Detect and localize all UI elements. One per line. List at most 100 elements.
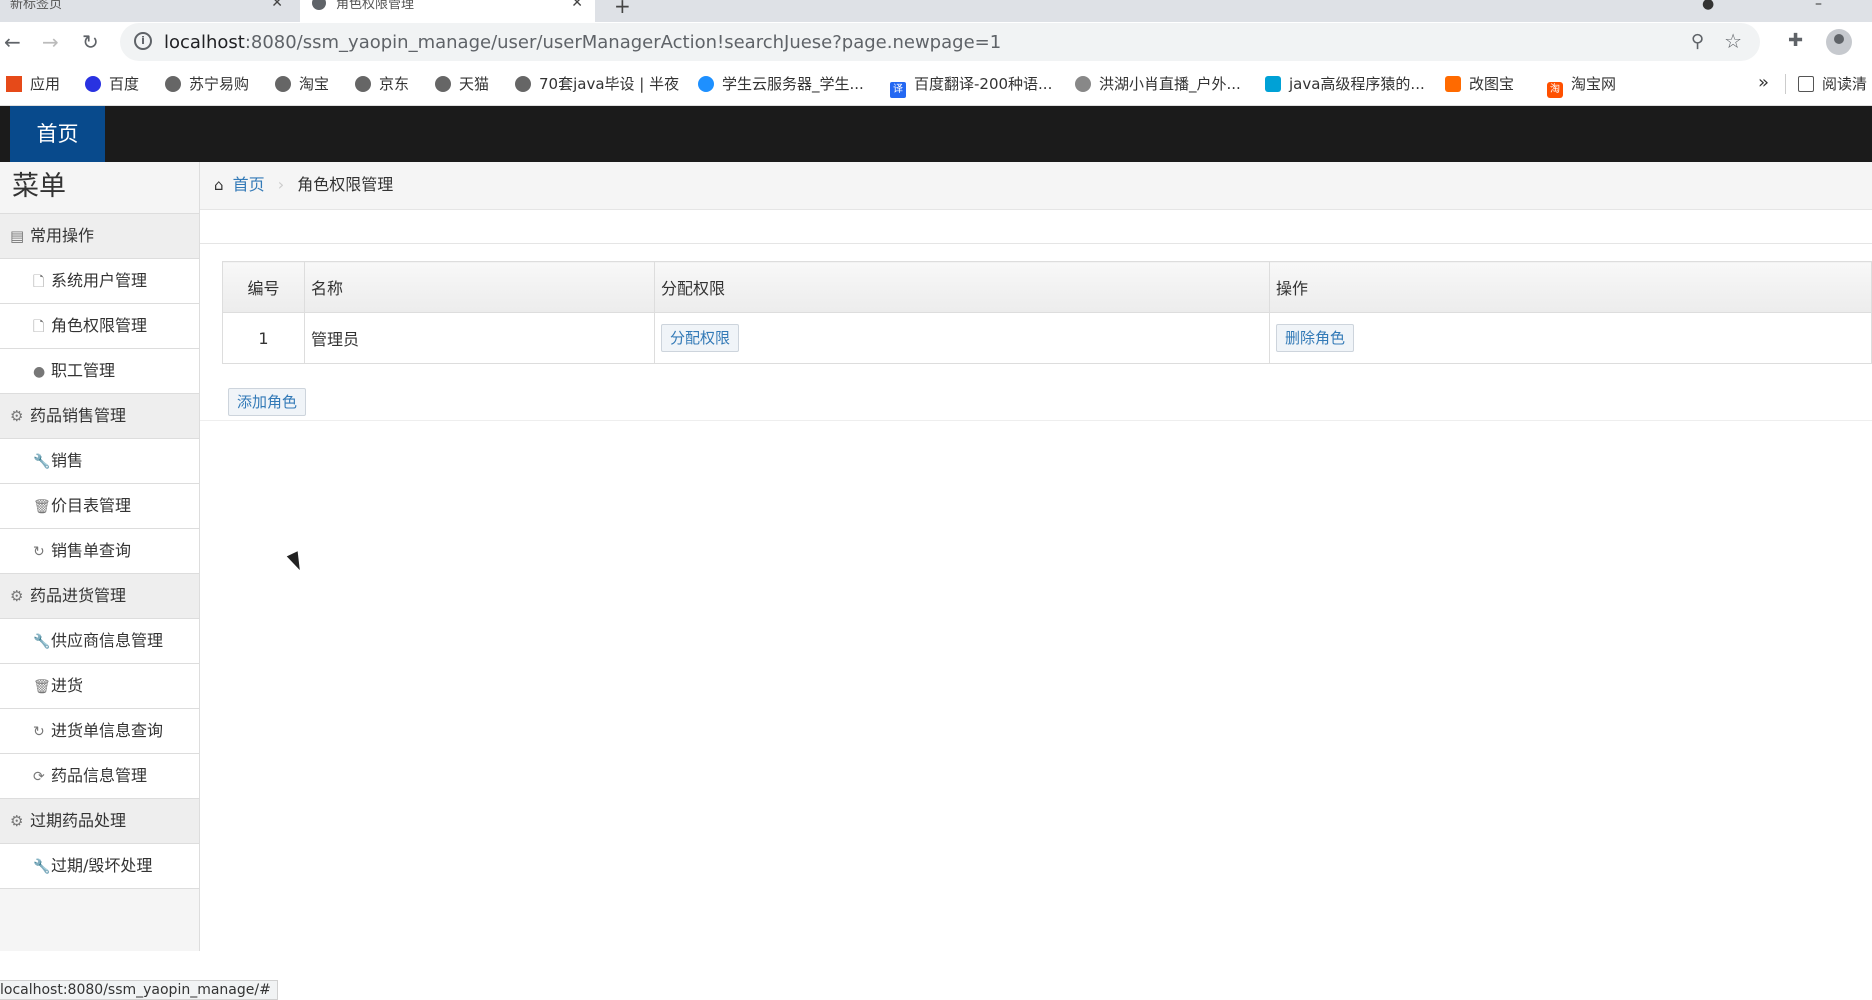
delete-role-button[interactable]: 删除角色 — [1276, 324, 1355, 352]
menu-title: 菜单 — [0, 162, 199, 214]
bilibili-icon — [1265, 76, 1281, 92]
bookmarks-divider — [1785, 74, 1786, 94]
menu-group-common[interactable]: ▤ 常用操作 — [0, 214, 199, 259]
more-bookmarks-icon[interactable]: » — [1758, 72, 1769, 93]
file-icon: 🗋 — [33, 319, 45, 335]
breadcrumb: ⌂ 首页 › 角色权限管理 — [200, 162, 1872, 210]
status-bar-url: localhost:8080/ssm_yaopin_manage/# — [0, 980, 278, 1000]
reload-icon[interactable]: ↻ — [82, 30, 99, 54]
sync-icon: ⟳ — [33, 769, 45, 785]
menu-item-system-users[interactable]: 🗋 系统用户管理 — [0, 259, 199, 304]
breadcrumb-home-link[interactable]: 首页 — [233, 175, 265, 194]
gear-icon: ⚙ — [10, 587, 24, 605]
globe-icon — [165, 76, 181, 92]
globe-icon — [312, 0, 326, 10]
globe-icon — [275, 76, 291, 92]
divider — [200, 420, 1872, 421]
bookmark-star-icon[interactable]: ☆ — [1724, 29, 1742, 53]
bookmark-apps[interactable]: 应用 — [6, 74, 60, 94]
column-header-name: 名称 — [304, 261, 655, 313]
menu-group-sales[interactable]: ⚙ 药品销售管理 — [0, 394, 199, 439]
menu-group-purchase[interactable]: ⚙ 药品进货管理 — [0, 574, 199, 619]
reading-list[interactable]: 阅读清 — [1798, 74, 1867, 94]
refresh-icon: ↻ — [33, 544, 45, 560]
wrench-icon: 🔧 — [33, 454, 51, 470]
browser-tabstrip: 新标签页 ✕ 角色权限管理 ✕ + ● – — [0, 0, 1872, 22]
wrench-icon: 🔧 — [33, 634, 51, 650]
add-role-button[interactable]: 添加角色 — [228, 388, 307, 416]
bookmark-baidu[interactable]: 百度 — [85, 74, 139, 94]
globe-icon — [515, 76, 531, 92]
nav-home[interactable]: 首页 — [10, 106, 105, 162]
home-icon: ⌂ — [214, 176, 224, 194]
list-icon: ▤ — [10, 227, 25, 245]
gear-icon: ⚙ — [10, 407, 24, 425]
main-content: ⌂ 首页 › 角色权限管理 编号 名称 分配权限 操作 1 管理员 分配权限 删… — [200, 162, 1872, 951]
apps-grid-icon — [6, 76, 22, 92]
tab-active-label: 角色权限管理 — [336, 0, 415, 12]
chrome-menu-icon[interactable]: ● — [1702, 0, 1714, 12]
cloud-icon — [698, 76, 714, 92]
bookmark-java-senior[interactable]: java高级程序猿的... — [1265, 74, 1425, 94]
bookmarks-bar: 应用 百度 苏宁易购 淘宝 京东 天猫 70套java毕设 | 半夜 学生云服务… — [0, 62, 1872, 106]
address-bar[interactable]: i localhost:8080/ssm_yaopin_manage/user/… — [120, 23, 1760, 61]
back-icon[interactable]: ← — [4, 30, 21, 54]
assign-cell: 分配权限 — [654, 312, 1270, 364]
bookmark-baidu-translate[interactable]: 译百度翻译-200种语... — [890, 74, 1052, 98]
table-row: 1 管理员 分配权限 删除角色 — [222, 312, 1872, 364]
close-tab-icon[interactable]: ✕ — [271, 0, 283, 10]
column-header-id: 编号 — [222, 261, 305, 313]
menu-item-supplier[interactable]: 🔧供应商信息管理 — [0, 619, 199, 664]
menu-item-sales-query[interactable]: ↻ 销售单查询 — [0, 529, 199, 574]
trash-icon: 🗑 — [33, 679, 51, 695]
url-text[interactable]: localhost:8080/ssm_yaopin_manage/user/us… — [164, 32, 1001, 53]
menu-item-expired-handling[interactable]: 🔧过期/毁坏处理 — [0, 844, 199, 889]
table-header-row: 编号 名称 分配权限 操作 — [222, 261, 1872, 313]
trash-icon: 🗑 — [33, 499, 51, 515]
feather-icon — [1075, 76, 1091, 92]
bookmark-taobao-net[interactable]: 淘淘宝网 — [1547, 74, 1616, 98]
profile-avatar[interactable] — [1826, 29, 1852, 55]
translate-icon: 译 — [890, 82, 906, 98]
menu-group-expired[interactable]: ⚙ 过期药品处理 — [0, 799, 199, 844]
refresh-icon: ↻ — [33, 724, 45, 740]
site-info-icon[interactable]: i — [134, 32, 152, 50]
menu-item-drug-info[interactable]: ⟳ 药品信息管理 — [0, 754, 199, 799]
bookmark-live-stream[interactable]: 洪湖小肖直播_户外... — [1075, 74, 1241, 94]
wrench-icon: 🔧 — [33, 859, 51, 875]
baidu-icon — [85, 76, 101, 92]
assign-permissions-button[interactable]: 分配权限 — [661, 324, 740, 352]
tab-role-management[interactable]: 角色权限管理 ✕ — [300, 0, 595, 22]
bookmark-jd[interactable]: 京东 — [355, 74, 409, 94]
menu-item-sell[interactable]: 🔧销售 — [0, 439, 199, 484]
breadcrumb-current: 角色权限管理 — [297, 175, 394, 194]
toolbar-spacer — [200, 210, 1872, 244]
breadcrumb-separator: › — [277, 175, 285, 194]
bookmark-gaitubao[interactable]: 改图宝 — [1445, 74, 1514, 94]
zoom-icon[interactable]: ⚲ — [1691, 31, 1704, 52]
globe-icon — [355, 76, 371, 92]
bookmark-taobao[interactable]: 淘宝 — [275, 74, 329, 94]
file-icon: 🗋 — [33, 274, 45, 290]
menu-item-price-list[interactable]: 🗑价目表管理 — [0, 484, 199, 529]
column-header-action: 操作 — [1269, 261, 1872, 313]
extensions-icon[interactable]: ✚ — [1788, 30, 1803, 51]
tab-new[interactable]: 新标签页 ✕ — [0, 0, 295, 22]
bookmark-suning[interactable]: 苏宁易购 — [165, 74, 249, 94]
bookmark-student-cloud[interactable]: 学生云服务器_学生... — [698, 74, 864, 94]
bookmark-java-projects[interactable]: 70套java毕设 | 半夜 — [515, 74, 679, 94]
bookmark-tmall[interactable]: 天猫 — [435, 74, 489, 94]
new-tab-button[interactable]: + — [614, 0, 631, 18]
menu-item-role-permissions[interactable]: 🗋 角色权限管理 — [0, 304, 199, 349]
minimize-icon[interactable]: – — [1815, 0, 1822, 12]
forward-icon[interactable]: → — [42, 30, 59, 54]
menu-item-purchase[interactable]: 🗑进货 — [0, 664, 199, 709]
browser-toolbar: ← → ↻ i localhost:8080/ssm_yaopin_manage… — [0, 22, 1872, 62]
menu-item-purchase-query[interactable]: ↻ 进货单信息查询 — [0, 709, 199, 754]
menu-item-staff[interactable]: ● 职工管理 — [0, 349, 199, 394]
close-tab-icon[interactable]: ✕ — [571, 0, 583, 10]
app-header: 首页 — [0, 106, 1872, 162]
role-name: 管理员 — [304, 312, 655, 364]
column-header-assign: 分配权限 — [654, 261, 1270, 313]
globe-icon — [435, 76, 451, 92]
